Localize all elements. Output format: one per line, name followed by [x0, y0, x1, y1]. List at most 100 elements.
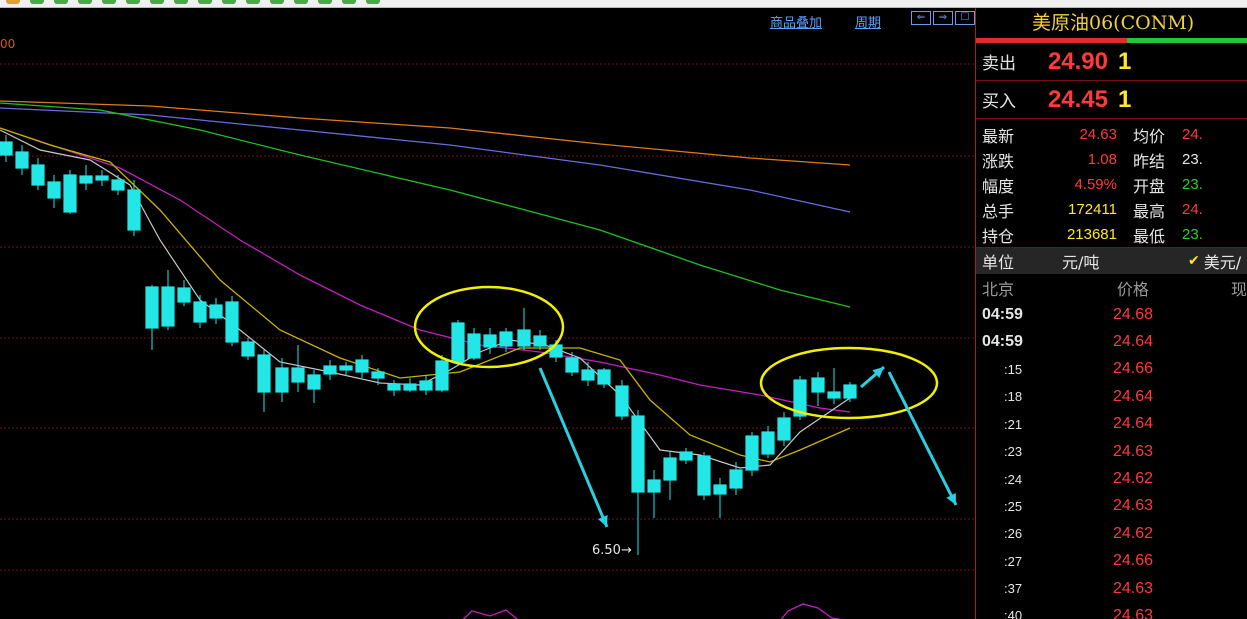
candle-down: [419, 380, 433, 391]
tick-row: :23 24.63: [976, 438, 1247, 465]
candle-down: [145, 286, 159, 329]
candle-down: [647, 479, 661, 493]
stat-row: 最新 24.63 均价 24.: [976, 122, 1247, 147]
candle-down: [597, 369, 611, 385]
toolbar-icon[interactable]: [270, 0, 284, 4]
stat-row: 幅度 4.59% 开盘 23.: [976, 172, 1247, 197]
toolbar-icon[interactable]: [198, 0, 212, 4]
scroll-left-button[interactable]: ⇐: [911, 11, 931, 25]
overlay-commodity-link[interactable]: 商品叠加: [770, 12, 822, 31]
buy-volume: 1: [1118, 85, 1132, 113]
toolbar-icon[interactable]: [150, 0, 164, 4]
tick-time: :15: [1004, 361, 1023, 377]
toolbar-icon[interactable]: [78, 0, 92, 4]
toolbar-icon[interactable]: [342, 0, 356, 4]
highlight-ellipse-left: [413, 285, 565, 369]
candle-down: [79, 175, 93, 184]
toolbar-icon[interactable]: [126, 0, 140, 4]
currency-option[interactable]: 美元/: [1204, 249, 1241, 273]
toolbar-icon[interactable]: [54, 0, 68, 4]
indicator-line: [462, 609, 519, 619]
candle-down: [275, 367, 289, 393]
tick-row: :26 24.62: [976, 520, 1247, 547]
sell-volume: 1: [1118, 47, 1132, 75]
tick-header-volume: 现: [1230, 279, 1247, 299]
stat-row: 持仓 213681 最低 23.: [976, 222, 1247, 247]
trend-arrow-down: [538, 367, 609, 528]
candle-down: [193, 301, 207, 323]
candle-down: [241, 341, 255, 357]
tick-time: :27: [1004, 553, 1023, 569]
candle-down: [843, 384, 857, 399]
tick-price: 24.66: [1112, 552, 1153, 570]
window-toolbar-strip: [0, 0, 1247, 8]
contract-title: 美原油06(CONM): [1032, 12, 1195, 34]
buy-price: 24.45: [1047, 85, 1108, 113]
candle-down: [451, 322, 465, 363]
stat-value: 4.59%: [1074, 176, 1117, 193]
toolbar-icon[interactable]: [294, 0, 308, 4]
toolbar-icon[interactable]: [30, 0, 44, 4]
candle-down: [355, 359, 369, 373]
tick-price: 24.63: [1112, 579, 1153, 597]
tick-row: :27 24.66: [976, 548, 1247, 575]
candle-down: [225, 301, 239, 343]
tick-row: :24 24.62: [976, 465, 1247, 492]
unit-label: 单位: [982, 253, 1015, 272]
kline-chart[interactable]: 00 商品叠加 周期 ⇐ ⇒ ☐ 6.50→: [0, 8, 975, 619]
quote-panel: 美原油06(CONM) 卖出 24.90 1 买入 24.45 1 最新 24.6…: [975, 8, 1247, 619]
tick-time: :37: [1004, 581, 1023, 597]
buy-quote-row[interactable]: 买入 24.45 1: [976, 81, 1247, 119]
tick-row: :15 24.66: [976, 356, 1247, 383]
candle-down: [111, 179, 125, 191]
ma-line-magenta: [0, 127, 851, 413]
tick-price: 24.62: [1112, 524, 1153, 542]
tick-time: :40: [1004, 608, 1023, 619]
candle-down: [517, 329, 531, 347]
candle-down: [811, 377, 825, 393]
stat-row: 涨跌 1.08 昨结 23.: [976, 147, 1247, 172]
stat-row: 总手 172411 最高 24.: [976, 197, 1247, 222]
maximize-button[interactable]: ☐: [955, 11, 975, 25]
toolbar-icon[interactable]: [174, 0, 188, 4]
kline-chart-canvas[interactable]: [0, 8, 975, 619]
toolbar-icon[interactable]: [318, 0, 332, 4]
candle-down: [615, 385, 629, 417]
toolbar-icon[interactable]: [246, 0, 260, 4]
candle-down: [371, 371, 385, 379]
toolbar-icon[interactable]: [6, 0, 20, 4]
stat-label: 幅度: [982, 176, 1015, 196]
tick-row: :25 24.63: [976, 493, 1247, 520]
candle-down: [403, 383, 417, 391]
toolbar-icon[interactable]: [222, 0, 236, 4]
sell-price: 24.90: [1047, 47, 1108, 75]
unit-row[interactable]: 单位 元/吨 ✔ 美元/: [976, 248, 1247, 274]
candle-down: [339, 365, 353, 371]
tick-time: :23: [1004, 444, 1023, 460]
stat-label: 涨跌: [982, 151, 1015, 171]
candle-down: [15, 151, 29, 169]
candle-down: [663, 457, 677, 481]
candle-down: [63, 174, 77, 213]
tick-header-time: 北京: [982, 279, 1015, 299]
toolbar-icon[interactable]: [366, 0, 380, 4]
unit-value: 元/吨: [1062, 253, 1100, 272]
tick-price: 24.64: [1112, 387, 1153, 405]
tick-header-price: 价格: [1116, 279, 1149, 299]
period-link[interactable]: 周期: [855, 12, 881, 31]
candle-down: [777, 417, 791, 441]
tick-row: 04:59 24.68: [976, 301, 1247, 328]
buy-label: 买入: [982, 92, 1016, 112]
tick-list[interactable]: 04:59 24.68 04:59 24.64:15 24.66:18 24.64:21 2…: [976, 301, 1247, 619]
candle-down: [435, 360, 449, 391]
candle-down: [697, 455, 711, 496]
sell-quote-row[interactable]: 卖出 24.90 1: [976, 43, 1247, 81]
candle-down: [177, 287, 191, 303]
tick-time: :18: [1004, 389, 1023, 405]
candle-down: [483, 334, 497, 348]
stat-value: 23.: [1182, 226, 1203, 243]
toolbar-icon[interactable]: [102, 0, 116, 4]
scroll-right-button[interactable]: ⇒: [933, 11, 953, 25]
highlight-ellipse-right: [759, 346, 939, 420]
check-icon[interactable]: ✔: [1188, 253, 1204, 269]
